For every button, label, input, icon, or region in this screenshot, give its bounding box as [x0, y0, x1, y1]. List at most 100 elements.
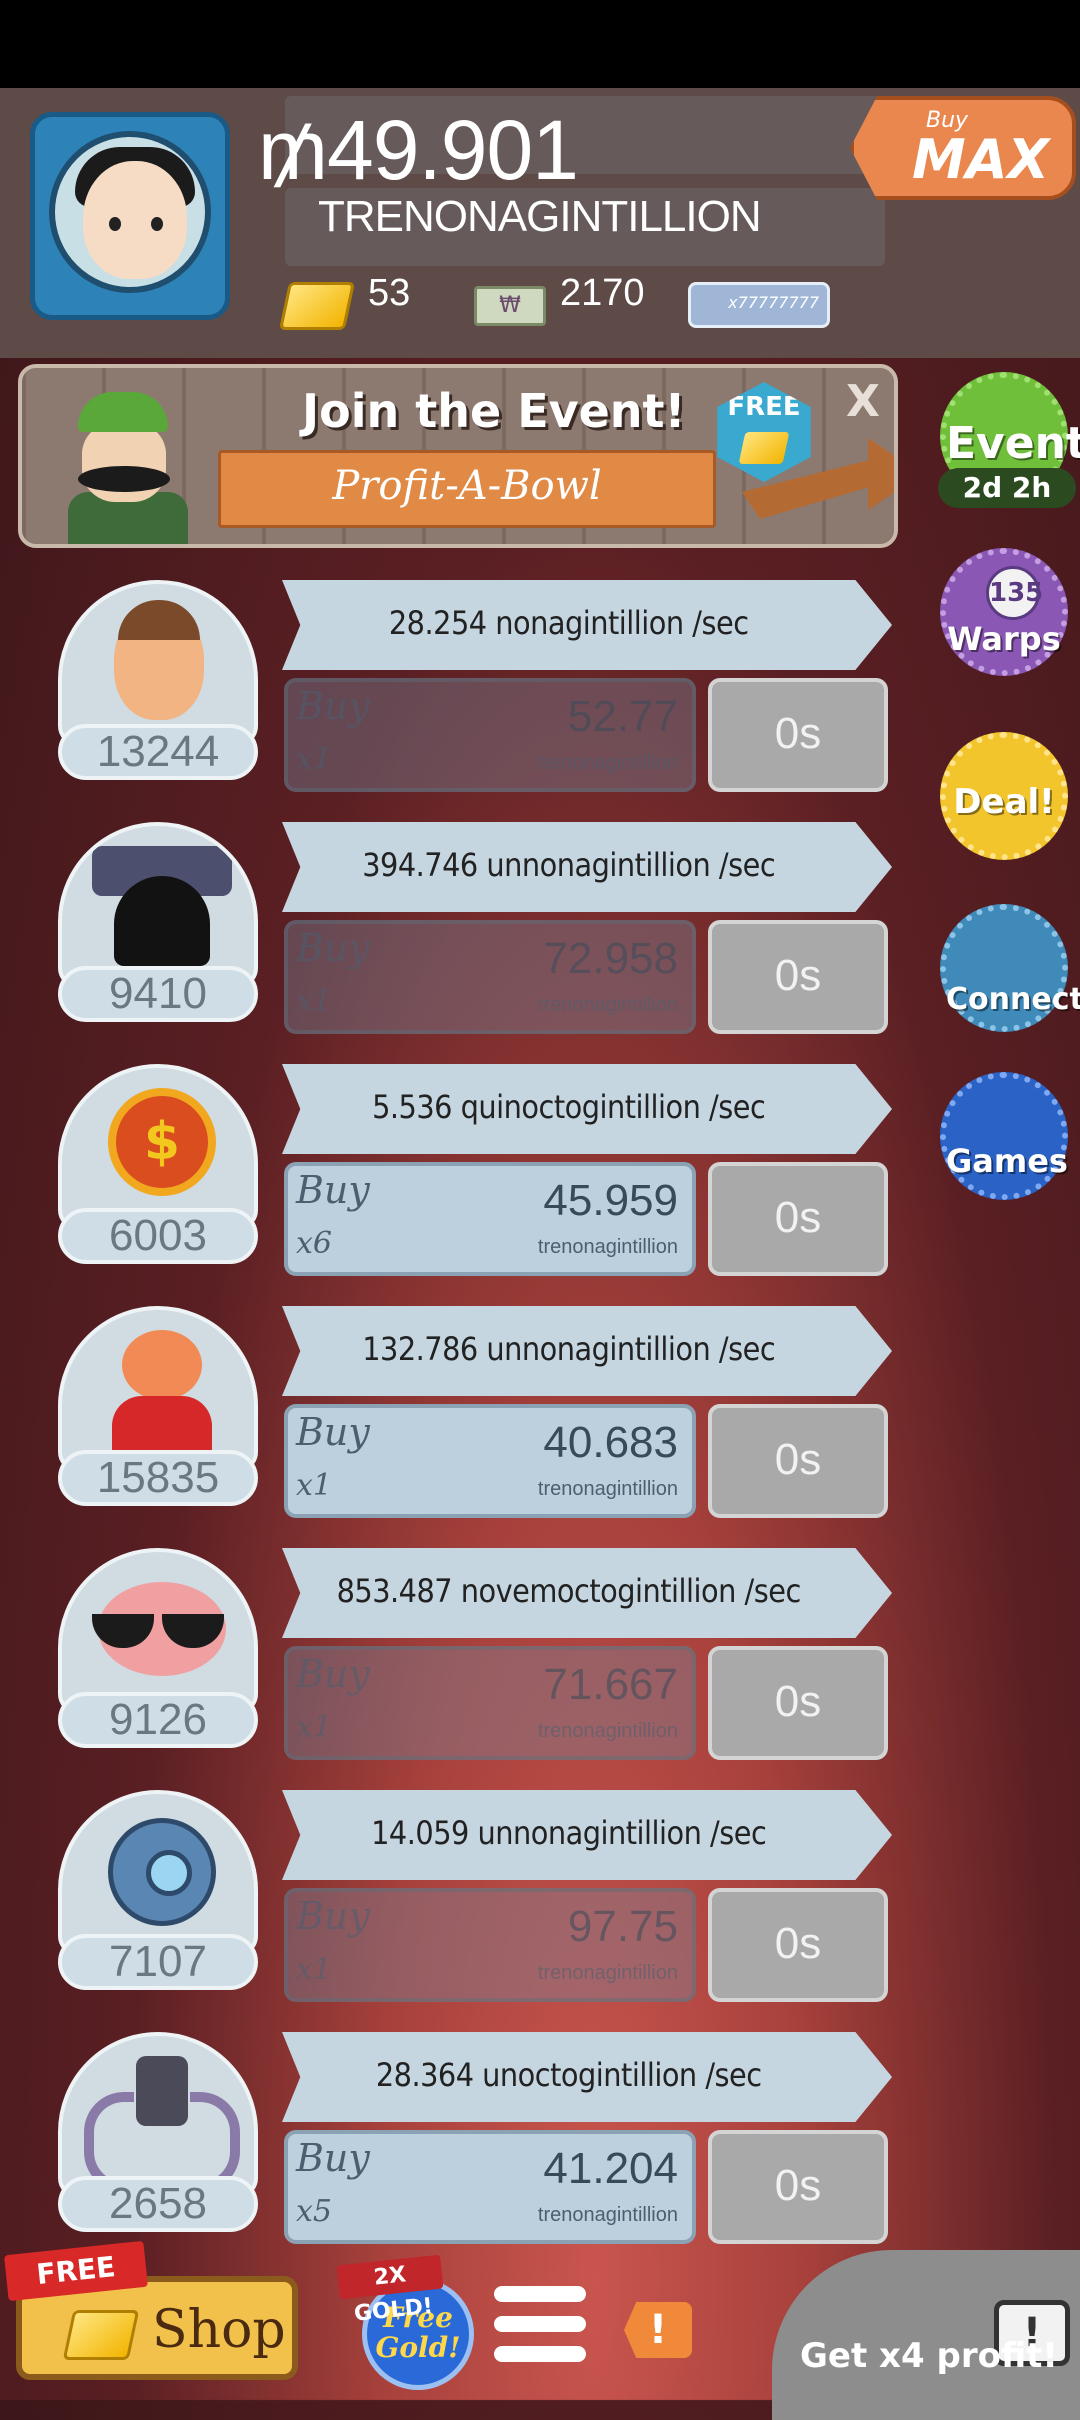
buy-cost: 45.959	[543, 1176, 678, 1225]
buy-cost: 41.204	[543, 2144, 678, 2193]
buy-cost-unit: trenonagintillion	[537, 994, 678, 1016]
megabucks-count: 2170	[560, 272, 645, 314]
robot-orb-icon[interactable]	[58, 1790, 258, 1956]
megabucks-icon: ₩	[474, 286, 546, 326]
investment-row: 9126 853.487 novemoctogintillion /sec Bu…	[0, 1548, 900, 1790]
investment-row: 9410 394.746 unnonagintillion /sec Buy x…	[0, 822, 900, 1064]
owned-count: 13244	[58, 724, 258, 780]
buy-button[interactable]: Buy x1 71.667 trenonagintillion	[284, 1646, 696, 1760]
buy-label: Buy	[296, 926, 370, 970]
money-unit: TRENONAGINTILLION	[318, 192, 762, 241]
owned-count: 9126	[58, 1692, 258, 1748]
investment-row: 2658 28.364 unoctogintillion /sec Buy x5…	[0, 2032, 900, 2274]
buy-multiplier: x1	[296, 1952, 333, 1987]
games-label: Games	[946, 1142, 1068, 1180]
investment-row: 7107 14.059 unnonagintillion /sec Buy x1…	[0, 1790, 900, 2032]
owned-count: 6003	[58, 1208, 258, 1264]
buy-multiplier: x5	[296, 2194, 333, 2229]
event-label: Event	[946, 418, 1080, 469]
buy-cost: 72.958	[543, 934, 678, 983]
profit-rate: 14.059 unnonagintillion /sec	[371, 1814, 767, 1852]
profit-rate-bar[interactable]: 28.364 unoctogintillion /sec	[282, 2032, 892, 2122]
buy-cost-unit: trenonagintillion	[537, 2204, 678, 2226]
connect-button[interactable]: Connect	[940, 904, 1080, 1032]
gold-icon	[278, 282, 356, 330]
investment-row: 15835 132.786 unnonagintillion /sec Buy …	[0, 1306, 900, 1548]
deal-button[interactable]: Deal!	[940, 732, 1068, 860]
connect-label: Connect	[946, 982, 1080, 1017]
buy-button[interactable]: Buy x1 52.77 trenonagintillion	[284, 678, 696, 792]
warps-button[interactable]: 135 Warps	[940, 548, 1068, 676]
timer-button[interactable]: 0s	[708, 1162, 888, 1276]
profit-rate-bar[interactable]: 132.786 unnonagintillion /sec	[282, 1306, 892, 1396]
warps-label: Warps	[947, 620, 1061, 658]
header: ₥49.901 TRENONAGINTILLION 53 ₩ 2170 x777…	[0, 88, 1080, 358]
event-title: Join the Event!	[302, 384, 686, 438]
timer-button[interactable]: 0s	[708, 2130, 888, 2244]
timer-button[interactable]: 0s	[708, 678, 888, 792]
avatar-face	[83, 161, 187, 279]
buy-button[interactable]: Buy x1 97.75 trenonagintillion	[284, 1888, 696, 2002]
event-subtitle: Profit-A-Bowl	[332, 463, 602, 509]
brain-glasses-icon[interactable]	[58, 1548, 258, 1714]
shop-label: Shop	[152, 2300, 286, 2360]
buy-multiplier: x6	[296, 1226, 333, 1261]
profit-rate-bar[interactable]: 5.536 quinoctogintillion /sec	[282, 1064, 892, 1154]
close-icon[interactable]: X	[846, 376, 880, 427]
buy-cost: 40.683	[543, 1418, 678, 1467]
event-host-icon	[58, 382, 198, 544]
buy-cost-unit: trenonagintillion	[537, 752, 678, 774]
buy-cost: 97.75	[567, 1902, 678, 1951]
avatar-eye	[151, 217, 163, 231]
farmer-icon[interactable]	[58, 580, 258, 746]
buy-max-button[interactable]: Buy MAX	[850, 96, 1076, 200]
menu-icon[interactable]	[494, 2286, 586, 2378]
money-amount: ₥49.901	[258, 103, 579, 197]
buy-label: Buy	[296, 2136, 370, 2180]
timer-button[interactable]: 0s	[708, 920, 888, 1034]
profit-boost-label: Get x4 profit!	[800, 2336, 1058, 2376]
profit-rate: 28.254 nonagintillion /sec	[388, 604, 749, 642]
bear-robe-icon[interactable]	[58, 1306, 258, 1472]
gold-icon	[62, 2310, 140, 2360]
timer-button[interactable]: 0s	[708, 1888, 888, 2002]
buy-button[interactable]: Buy x1 40.683 trenonagintillion	[284, 1404, 696, 1518]
games-button[interactable]: Games	[940, 1072, 1068, 1200]
buy-cost-unit: trenonagintillion	[537, 1720, 678, 1742]
profit-rate: 132.786 unnonagintillion /sec	[362, 1330, 776, 1368]
owned-count: 2658	[58, 2176, 258, 2232]
buy-cost-unit: trenonagintillion	[537, 1478, 678, 1500]
bat-creature-icon[interactable]	[58, 822, 258, 988]
spider-bot-icon[interactable]	[58, 2032, 258, 2198]
timer-button[interactable]: 0s	[708, 1404, 888, 1518]
buy-cost: 52.77	[567, 692, 678, 741]
owned-count: 9410	[58, 966, 258, 1022]
megaticket-text: x77777777	[728, 293, 819, 312]
timer-button[interactable]: 0s	[708, 1646, 888, 1760]
player-avatar[interactable]	[30, 112, 230, 320]
profit-rate-bar[interactable]: 853.487 novemoctogintillion /sec	[282, 1548, 892, 1638]
buy-button[interactable]: Buy x6 45.959 trenonagintillion	[284, 1162, 696, 1276]
coin-sun-icon[interactable]: $	[58, 1064, 258, 1230]
alert-icon[interactable]: !	[624, 2302, 692, 2358]
gold-count: 53	[368, 272, 411, 314]
status-bar	[0, 0, 1080, 88]
megaticket-icon[interactable]: x77777777	[688, 282, 830, 328]
event-ribbon: Profit-A-Bowl	[218, 450, 716, 528]
buy-cost: 71.667	[543, 1660, 678, 1709]
buy-label: Buy	[296, 684, 370, 728]
host-cap	[78, 392, 168, 432]
profit-rate-bar[interactable]: 394.746 unnonagintillion /sec	[282, 822, 892, 912]
buy-multiplier: x1	[296, 1468, 333, 1503]
investment-row: $ 6003 5.536 quinoctogintillion /sec Buy…	[0, 1064, 900, 1306]
buy-button[interactable]: Buy x1 72.958 trenonagintillion	[284, 920, 696, 1034]
deal-label: Deal!	[953, 782, 1055, 822]
profit-rate: 394.746 unnonagintillion /sec	[362, 846, 776, 884]
profit-rate-bar[interactable]: 28.254 nonagintillion /sec	[282, 580, 892, 670]
event-banner[interactable]: Join the Event! Profit-A-Bowl FREE X	[18, 364, 898, 548]
profit-rate: 28.364 unoctogintillion /sec	[375, 2056, 762, 2094]
host-mustache	[78, 466, 170, 492]
gold-icon	[738, 432, 790, 464]
profit-rate-bar[interactable]: 14.059 unnonagintillion /sec	[282, 1790, 892, 1880]
buy-button[interactable]: Buy x5 41.204 trenonagintillion	[284, 2130, 696, 2244]
